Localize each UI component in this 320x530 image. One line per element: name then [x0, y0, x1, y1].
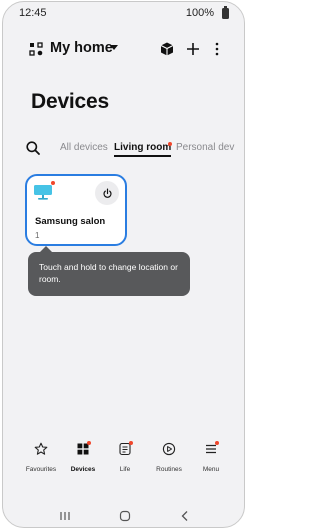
tab-personal-devices[interactable]: Personal dev [176, 142, 234, 153]
nav-devices[interactable]: Devices [59, 441, 107, 473]
home-selector[interactable]: My home [50, 40, 113, 56]
phone-screen: 12:45 100% My home Devices All devices L… [2, 1, 245, 528]
hint-tooltip: Touch and hold to change location or roo… [28, 246, 190, 296]
nav-routines-label: Routines [156, 466, 182, 473]
bottom-navigation: Favourites Devices Life Routines Menu [3, 441, 244, 498]
home-switcher-icon[interactable] [29, 42, 43, 56]
nav-menu-badge [215, 441, 219, 445]
status-bar: 12:45 100% [3, 2, 244, 24]
recent-apps-icon[interactable] [57, 508, 73, 524]
nav-menu[interactable]: Menu [187, 441, 235, 473]
device-card-samsung-salon[interactable]: Samsung salon 1 [25, 174, 127, 246]
tv-icon [34, 185, 52, 200]
nav-life[interactable]: Life [101, 441, 149, 473]
device-status-dot [51, 181, 55, 185]
tab-living-room[interactable]: Living room [114, 142, 172, 157]
active-tab-indicator [114, 155, 172, 157]
nav-menu-label: Menu [202, 466, 220, 473]
battery-icon [222, 6, 229, 19]
page-title: Devices [31, 90, 109, 113]
device-count: 1 [35, 231, 40, 240]
device-name: Samsung salon [35, 216, 106, 227]
top-bar: My home [3, 38, 244, 60]
tab-badge-dot [168, 142, 172, 146]
smartthings-box-icon[interactable] [159, 41, 175, 57]
nav-routines[interactable]: Routines [145, 442, 193, 473]
nav-life-label: Life [119, 466, 131, 473]
system-navigation-bar [3, 506, 244, 526]
battery-percent: 100% [185, 7, 214, 19]
tab-all-devices[interactable]: All devices [60, 142, 108, 153]
add-icon[interactable] [185, 41, 201, 57]
nav-devices-badge [87, 441, 91, 445]
play-circle-icon [162, 442, 176, 456]
chevron-down-icon[interactable] [110, 45, 118, 50]
room-tabs: All devices Living room Personal dev [3, 138, 244, 162]
home-button-icon[interactable] [117, 508, 133, 524]
star-icon [34, 442, 48, 455]
power-icon [102, 188, 112, 198]
back-icon[interactable] [177, 508, 193, 524]
tab-living-room-label: Living room [114, 142, 172, 153]
power-button[interactable] [95, 181, 119, 205]
more-options-icon[interactable] [209, 41, 225, 57]
nav-favourites[interactable]: Favourites [17, 442, 65, 473]
nav-life-badge [129, 441, 133, 445]
tooltip-text: Touch and hold to change location or roo… [39, 262, 178, 284]
search-icon[interactable] [25, 140, 41, 156]
nav-devices-label: Devices [70, 466, 96, 473]
status-time: 12:45 [19, 7, 47, 19]
nav-favourites-label: Favourites [25, 466, 57, 473]
